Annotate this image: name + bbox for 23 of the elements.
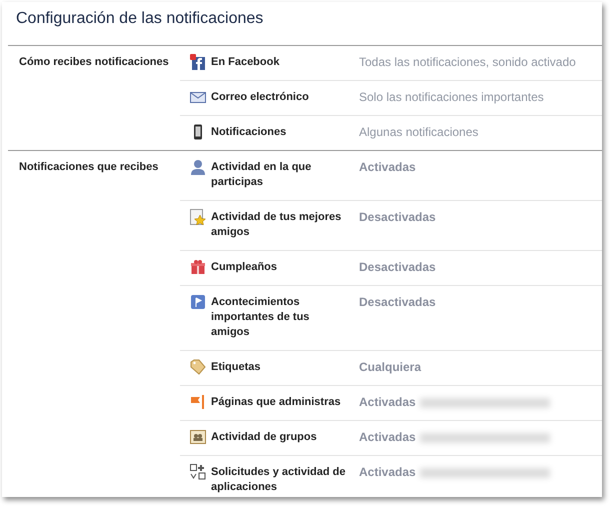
person-icon [190, 159, 206, 175]
setting-label[interactable]: En Facebook [211, 55, 347, 70]
setting-label[interactable]: Actividad de tus mejores amigos [211, 210, 347, 240]
setting-label[interactable]: Solicitudes y actividad de aplicaciones [211, 465, 347, 495]
setting-label[interactable]: Etiquetas [211, 360, 347, 375]
setting-label[interactable]: Páginas que administras [211, 395, 347, 410]
section-label: Cómo recibes notificaciones [18, 55, 170, 70]
setting-label[interactable]: Actividad en la que participas [211, 160, 347, 190]
apps-icon [190, 464, 206, 480]
flag-icon [190, 394, 206, 410]
section-label: Notificaciones que recibes [18, 160, 160, 175]
setting-label[interactable]: Notificaciones [211, 125, 347, 140]
setting-label[interactable]: Acontecimientos importantes de tus amigos [211, 295, 347, 340]
flag-icon [190, 294, 206, 310]
setting-label[interactable]: Cumpleaños [211, 260, 347, 275]
setting-label[interactable]: Actividad de grupos [211, 430, 347, 445]
setting-label[interactable]: Correo electrónico [211, 90, 347, 105]
facebook-icon [190, 54, 206, 70]
tag-icon [190, 359, 206, 375]
people-icon [190, 429, 206, 445]
page-title: Configuración de las notificaciones [8, 8, 602, 46]
envelope-icon [190, 89, 206, 105]
gift-icon [190, 259, 206, 275]
